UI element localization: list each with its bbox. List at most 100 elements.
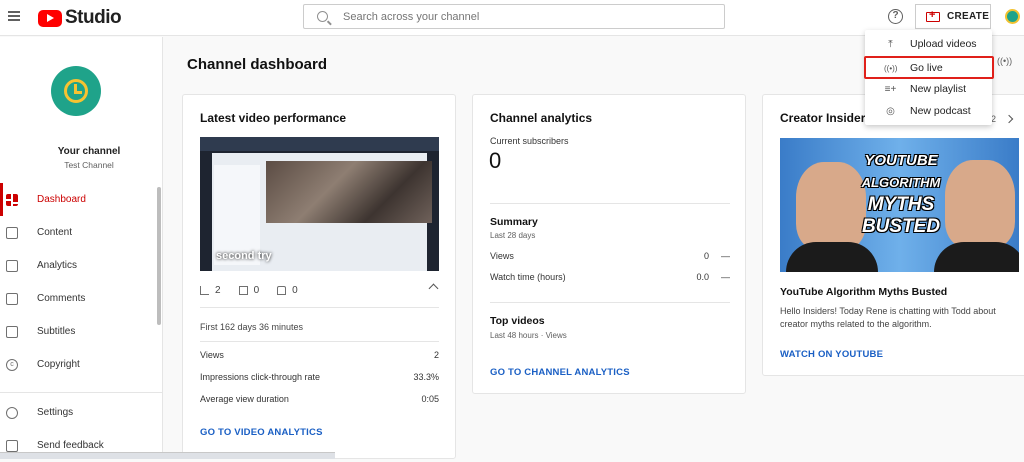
analytics-row: Views 0 —	[490, 251, 730, 261]
chevron-up-icon[interactable]	[428, 283, 439, 294]
insider-video-thumbnail[interactable]: YOUTUBE ALGORITHM MYTHS BUSTED	[780, 138, 1019, 272]
browser-status-bar	[0, 452, 335, 459]
insider-video-title[interactable]: YouTube Algorithm Myths Busted	[780, 286, 947, 298]
sidebar-item-label: Dashboard	[37, 194, 86, 205]
create-label: CREATE	[947, 11, 990, 22]
live-icon: ((•))	[884, 63, 898, 73]
analytics-row-label: Views	[490, 251, 514, 261]
sidebar-item-settings[interactable]: Settings	[0, 396, 155, 429]
comments-count: 0	[253, 284, 260, 296]
headline-line: MYTHS	[867, 194, 935, 215]
create-button[interactable]: CREATE	[915, 4, 991, 29]
menu-item-label: Go live	[910, 62, 943, 74]
sidebar-item-label: Copyright	[37, 359, 80, 370]
sidebar-item-label: Settings	[37, 407, 74, 418]
summary-title: Summary	[490, 216, 538, 228]
thumbnail-label: second try	[216, 250, 272, 262]
sidebar-scrollbar[interactable]	[157, 187, 161, 325]
shirt-left	[786, 242, 878, 272]
page-title: Channel dashboard	[187, 56, 328, 73]
menu-item-new-playlist[interactable]: ≡+ New playlist	[865, 78, 992, 100]
metric-value: 33.3%	[413, 372, 439, 382]
thumbs-up-icon	[277, 285, 287, 295]
metric-label: Views	[200, 350, 224, 360]
video-analytics-link[interactable]: GO TO VIDEO ANALYTICS	[200, 427, 323, 438]
comment-icon	[238, 285, 248, 295]
search-bar[interactable]	[303, 4, 725, 29]
metric-label: Impressions click-through rate	[200, 372, 321, 382]
views-stat: 2	[200, 285, 221, 296]
podcast-icon: ◎	[886, 105, 895, 117]
analytics-row-value: 0.0	[696, 272, 709, 282]
divider	[490, 302, 730, 303]
channel-analytics-card: Channel analytics Current subscribers 0 …	[472, 94, 746, 394]
person-left	[796, 162, 866, 250]
account-avatar[interactable]	[1005, 9, 1020, 24]
card-title: Creator Insider	[780, 111, 866, 125]
menu-item-label: Upload videos	[910, 38, 977, 50]
metric-value: 2	[433, 350, 439, 360]
menu-item-go-live[interactable]: ((•)) Go live	[865, 57, 992, 79]
chevron-right-icon[interactable]	[1004, 114, 1014, 124]
search-input[interactable]	[343, 10, 723, 23]
likes-stat: 0	[277, 285, 298, 296]
logo-text: Studio	[65, 7, 122, 28]
subscribers-label: Current subscribers	[490, 136, 569, 146]
creator-insider-card: Creator Insider 2 YOUTUBE ALGORITHM MYTH…	[762, 94, 1024, 376]
sidebar-item-label: Subtitles	[37, 326, 76, 337]
help-icon[interactable]: ?	[888, 9, 903, 24]
comments-icon	[6, 292, 18, 305]
channel-name: Test Channel	[64, 160, 114, 170]
sidebar-item-label: Content	[37, 227, 73, 238]
shirt-right	[934, 242, 1019, 272]
sidebar-item-subtitles[interactable]: Subtitles	[0, 315, 155, 348]
menu-item-new-podcast[interactable]: ◎ New podcast	[865, 100, 992, 122]
summary-period: Last 28 days	[490, 231, 536, 240]
sidebar: Your channel Test Channel Dashboard Cont…	[0, 37, 163, 459]
sidebar-nav: Dashboard Content Analytics Comments Sub…	[0, 183, 155, 381]
views-count: 2	[215, 284, 221, 296]
search-icon[interactable]	[317, 11, 328, 22]
analytics-row-trend: —	[721, 251, 730, 261]
live-icon[interactable]: ((•))	[997, 56, 1012, 66]
sidebar-item-comments[interactable]: Comments	[0, 282, 155, 315]
playlist-add-icon: ≡+	[884, 83, 897, 95]
metric-row: Average view duration 0:05	[200, 394, 439, 404]
top-videos-title: Top videos	[490, 315, 545, 327]
analytics-row-label: Watch time (hours)	[490, 272, 566, 282]
bar-chart-icon	[200, 285, 209, 295]
thumbnail-browser-bar	[200, 137, 439, 151]
channel-title: Your channel	[57, 146, 121, 157]
sidebar-item-analytics[interactable]: Analytics	[0, 249, 155, 282]
watch-on-youtube-link[interactable]: WATCH ON YOUTUBE	[780, 349, 883, 360]
sidebar-item-copyright[interactable]: c Copyright	[0, 348, 155, 381]
upload-icon: ⤒	[888, 38, 893, 50]
channel-avatar[interactable]	[51, 66, 101, 116]
thumbnail-headline: YOUTUBE ALGORITHM MYTHS BUSTED	[857, 150, 945, 238]
metric-value: 0:05	[421, 394, 439, 404]
channel-analytics-link[interactable]: GO TO CHANNEL ANALYTICS	[490, 367, 630, 378]
video-add-icon	[926, 9, 940, 22]
video-stats-row: 2 0 0	[200, 283, 439, 297]
studio-logo[interactable]: Studio	[38, 7, 122, 29]
divider	[200, 307, 439, 308]
create-menu: ⤒ Upload videos ((•)) Go live ≡+ New pla…	[865, 30, 992, 125]
sidebar-item-label: Analytics	[37, 260, 78, 271]
menu-icon[interactable]	[8, 11, 20, 21]
insider-video-description: Hello Insiders! Today Rene is chatting w…	[780, 306, 996, 329]
feedback-icon	[6, 439, 18, 452]
subtitles-icon	[6, 325, 18, 338]
period-label: First 162 days 36 minutes	[200, 322, 304, 332]
metric-label: Average view duration	[200, 394, 289, 404]
menu-item-upload-videos[interactable]: ⤒ Upload videos	[865, 33, 992, 55]
card-title: Channel analytics	[490, 111, 593, 125]
sidebar-item-dashboard[interactable]: Dashboard	[0, 183, 155, 216]
top-videos-subtitle: Last 48 hours · Views	[490, 331, 567, 340]
comments-stat: 0	[238, 284, 260, 296]
subscribers-value: 0	[489, 148, 502, 173]
likes-count: 0	[292, 284, 298, 296]
sidebar-divider	[0, 392, 163, 393]
video-thumbnail[interactable]: second try	[200, 137, 439, 271]
sidebar-item-content[interactable]: Content	[0, 216, 155, 249]
sidebar-item-label: Comments	[37, 293, 86, 304]
